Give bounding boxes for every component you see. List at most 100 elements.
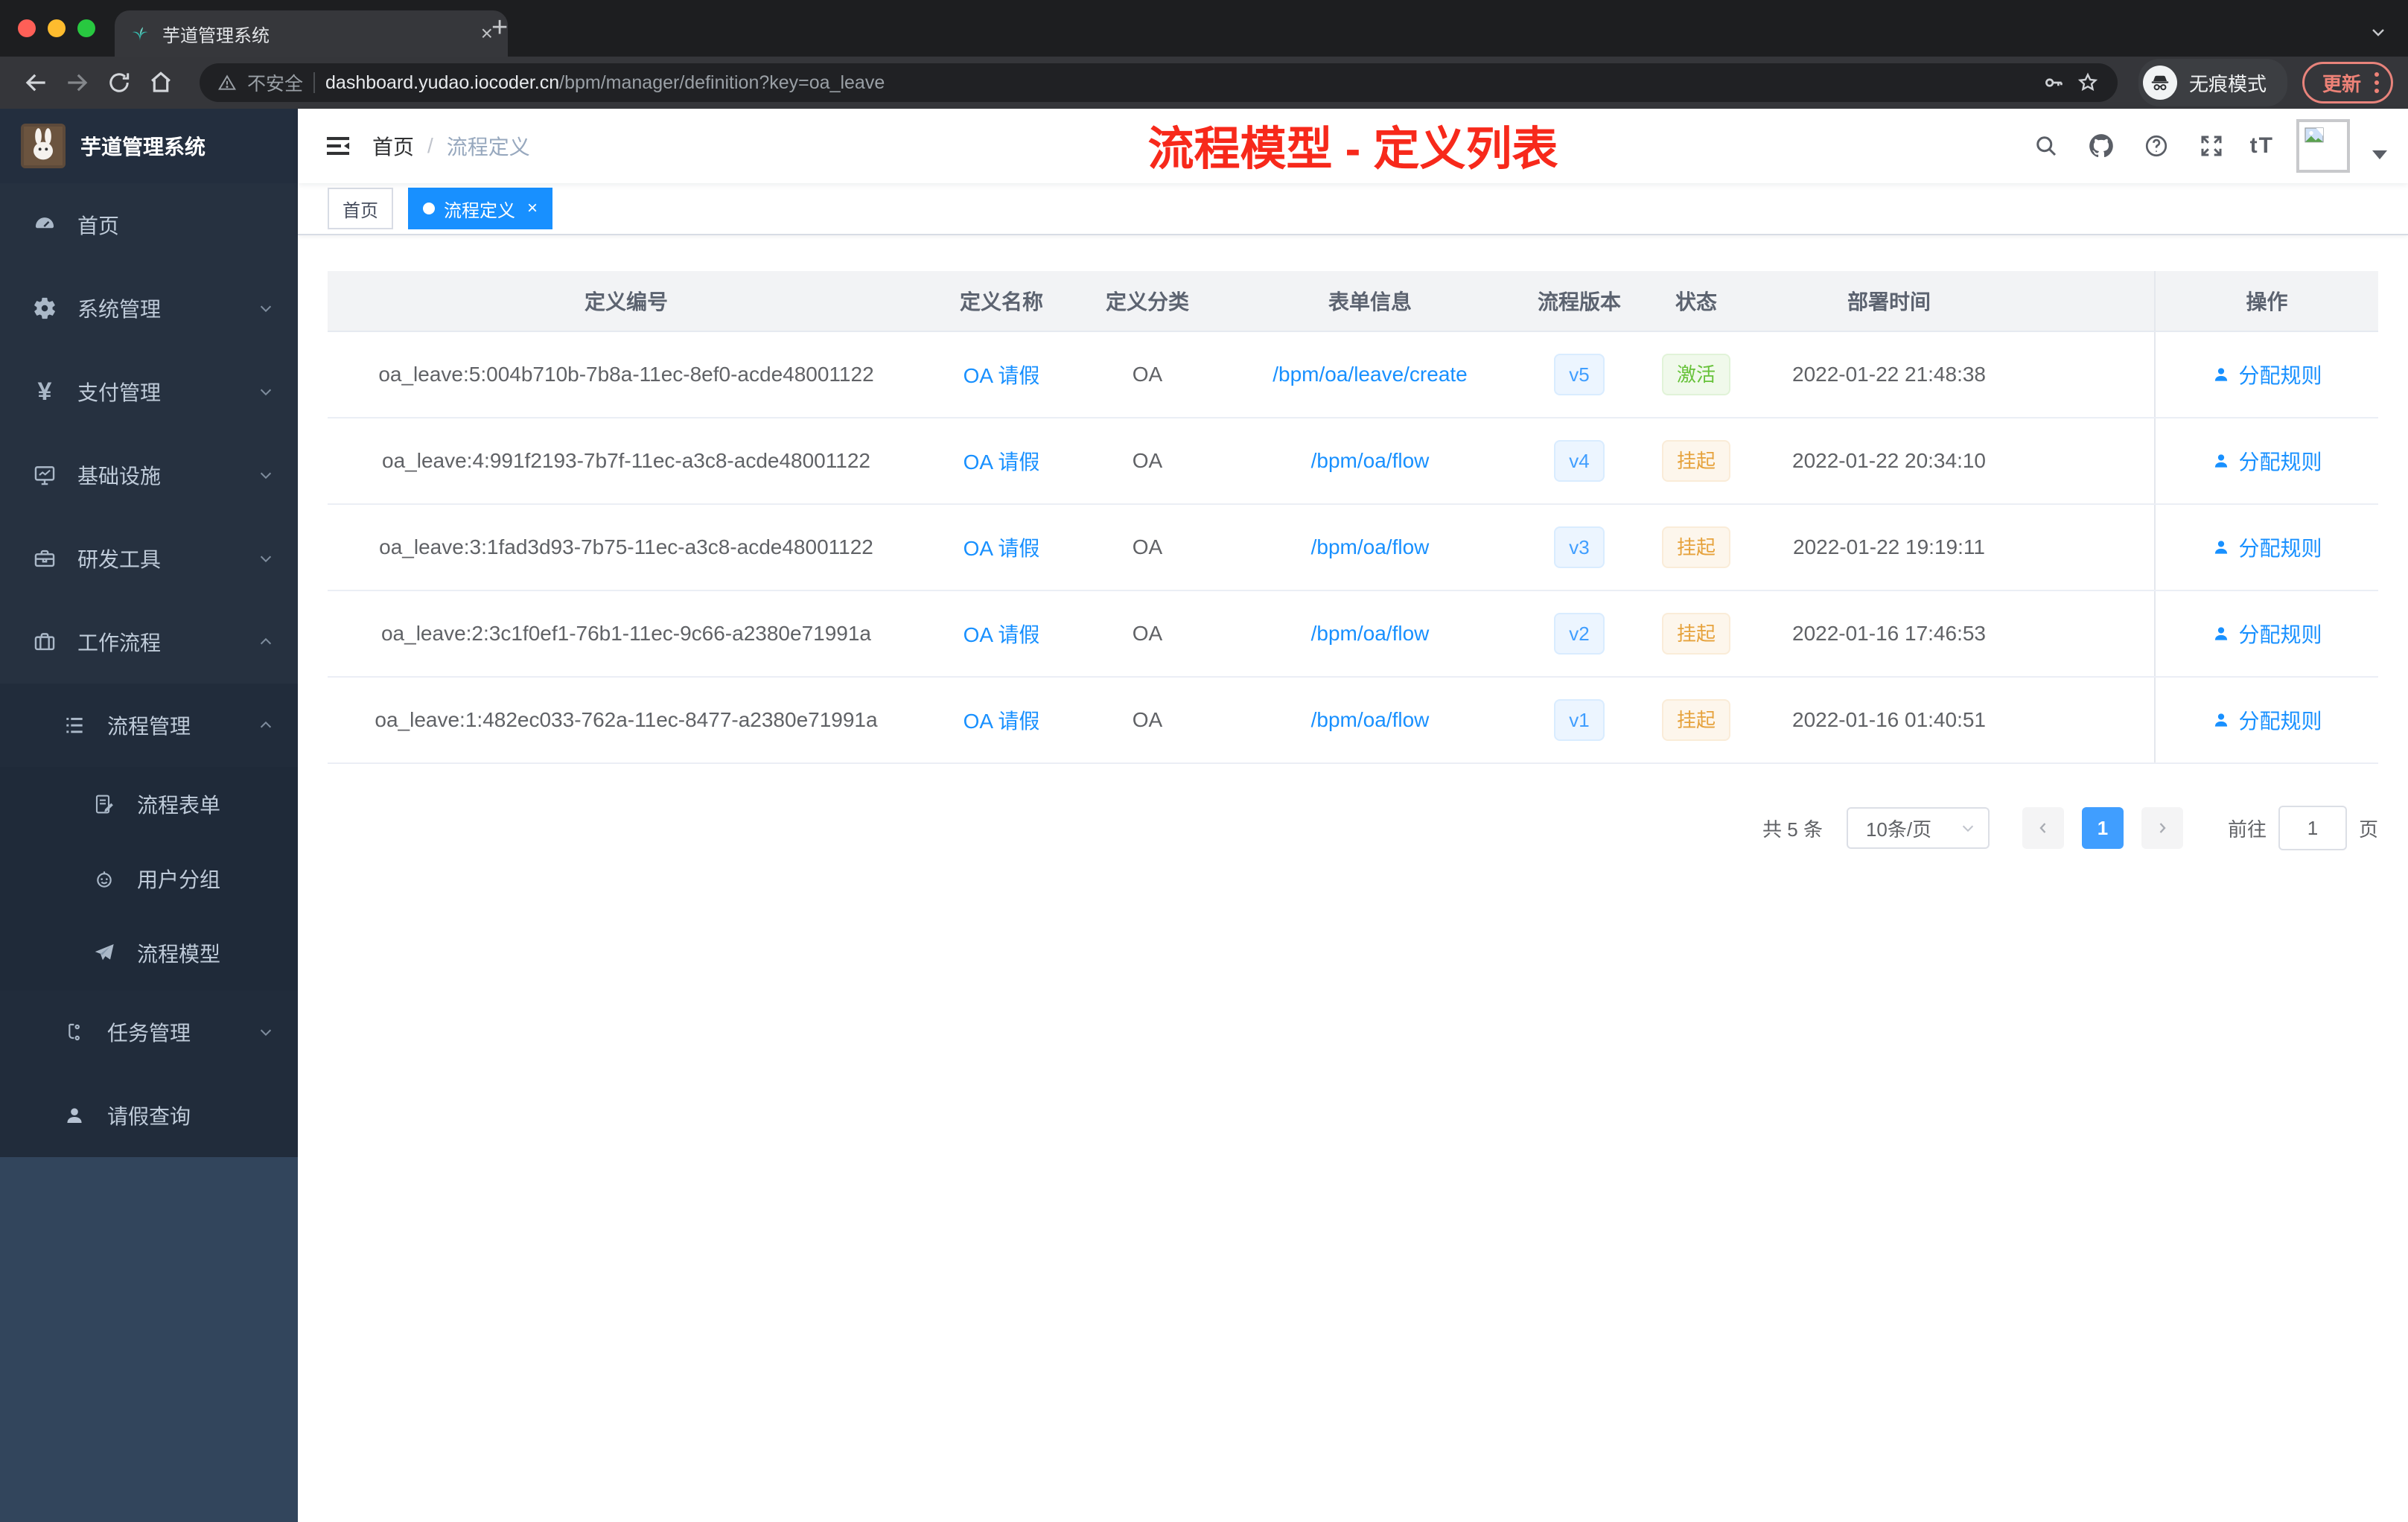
home-icon[interactable] — [140, 62, 182, 104]
assign-rule-label: 分配规则 — [2238, 710, 2322, 733]
sidebar-item-payment[interactable]: ¥ 支付管理 — [0, 350, 298, 433]
forward-icon[interactable] — [57, 62, 98, 104]
definition-name-link[interactable]: OA 请假 — [963, 710, 1040, 733]
close-window-button[interactable] — [18, 19, 36, 37]
user-icon — [57, 1104, 92, 1127]
sidebar-item-process-form[interactable]: 流程表单 — [0, 767, 298, 841]
search-icon[interactable] — [2030, 130, 2063, 162]
cell-definition-id: oa_leave:4:991f2193-7b7f-11ec-a3c8-acde4… — [328, 418, 925, 505]
sidebar-item-label: 用户分组 — [137, 868, 221, 891]
app-title: 芋道管理系统 — [80, 136, 206, 159]
address-bar[interactable]: 不安全 dashboard.yudao.iocoder.cn/bpm/manag… — [200, 63, 2118, 102]
table-row: oa_leave:4:991f2193-7b7f-11ec-a3c8-acde4… — [328, 418, 2378, 505]
incognito-chip[interactable]: 无痕模式 — [2138, 59, 2287, 106]
col-header-filler — [2021, 271, 2155, 332]
status-badge: 激活 — [1661, 354, 1730, 395]
sidebar-item-user-group[interactable]: 用户分组 — [0, 841, 298, 916]
sidebar-item-workflow[interactable]: 工作流程 — [0, 600, 298, 684]
assign-rule-link[interactable]: 分配规则 — [2211, 619, 2322, 649]
next-page-button[interactable] — [2141, 807, 2183, 849]
chevron-right-icon — [2159, 823, 2166, 833]
sidebar-item-label: 基础设施 — [77, 465, 162, 488]
sidebar-item-leave-query[interactable]: 请假查询 — [0, 1074, 298, 1157]
fullscreen-icon[interactable] — [2195, 130, 2228, 162]
user-icon — [2215, 627, 2228, 640]
sidebar-item-label: 请假查询 — [107, 1105, 191, 1128]
assign-rule-link[interactable]: 分配规则 — [2211, 446, 2322, 476]
sidebar-item-process-model[interactable]: 流程模型 — [0, 916, 298, 990]
url-path: /bpm/manager/definition?key=oa_leave — [559, 71, 885, 93]
form-link[interactable]: /bpm/oa/flow — [1311, 535, 1430, 558]
sidebar-item-system[interactable]: 系统管理 — [0, 267, 298, 350]
status-badge: 挂起 — [1661, 440, 1730, 482]
sidebar-item-label: 系统管理 — [77, 298, 162, 321]
form-link[interactable]: /bpm/oa/flow — [1311, 708, 1430, 731]
sidebar-toggle-icon[interactable] — [313, 121, 363, 171]
window-controls[interactable] — [18, 19, 95, 37]
status-badge: 挂起 — [1661, 526, 1730, 568]
url-text[interactable]: dashboard.yudao.iocoder.cn/bpm/manager/d… — [325, 72, 2031, 94]
form-link[interactable]: /bpm/oa/leave/create — [1273, 363, 1468, 386]
tag-label: 首页 — [343, 200, 378, 221]
breadcrumb-home[interactable]: 首页 — [372, 131, 414, 161]
sidebar-item-process-management[interactable]: 流程管理 — [0, 684, 298, 767]
sidebar-item-task-management[interactable]: 任务管理 — [0, 990, 298, 1074]
page-size-select[interactable]: 10条/页 — [1846, 807, 1990, 849]
version-badge[interactable]: v2 — [1554, 613, 1605, 655]
definition-name-link[interactable]: OA 请假 — [963, 450, 1040, 474]
definition-name-link[interactable]: OA 请假 — [963, 537, 1040, 560]
assign-rule-link[interactable]: 分配规则 — [2211, 705, 2322, 735]
yen-icon: ¥ — [37, 378, 52, 406]
sidebar-item-infrastructure[interactable]: 基础设施 — [0, 433, 298, 517]
definition-name-link[interactable]: OA 请假 — [963, 364, 1040, 387]
version-badge[interactable]: v1 — [1554, 699, 1605, 741]
tag-home[interactable]: 首页 — [328, 188, 393, 229]
goto-label: 前往 — [2227, 818, 2267, 841]
col-header-form: 表单信息 — [1217, 271, 1523, 332]
tag-close-icon[interactable]: × — [527, 200, 538, 217]
version-badge[interactable]: v3 — [1554, 526, 1605, 568]
form-link[interactable]: /bpm/oa/flow — [1311, 622, 1430, 645]
prev-page-button[interactable] — [2022, 807, 2064, 849]
browser-menu-icon[interactable] — [2374, 72, 2379, 93]
assign-rule-link[interactable]: 分配规则 — [2211, 360, 2322, 389]
minimize-window-button[interactable] — [48, 19, 66, 37]
url-domain: dashboard.yudao.iocoder.cn — [325, 71, 560, 93]
page-number-1[interactable]: 1 — [2081, 807, 2124, 849]
new-tab-button[interactable]: + — [491, 12, 508, 44]
reload-icon[interactable] — [98, 62, 140, 104]
bookmark-star-icon[interactable] — [2076, 71, 2100, 95]
maximize-window-button[interactable] — [77, 19, 95, 37]
breadcrumb-current: 流程定义 — [446, 136, 530, 159]
sidebar-logo[interactable]: 芋道管理系统 — [0, 109, 298, 183]
form-link[interactable]: /bpm/oa/flow — [1311, 449, 1430, 472]
github-icon[interactable] — [2085, 130, 2118, 162]
cell-filler — [2021, 331, 2155, 418]
browser-tab[interactable]: 芋道管理系统 × — [115, 10, 508, 57]
security-label[interactable]: 不安全 — [247, 69, 303, 96]
help-icon[interactable] — [2140, 130, 2173, 162]
browser-update-button[interactable]: 更新 — [2302, 62, 2393, 104]
version-badge[interactable]: v4 — [1554, 440, 1605, 482]
font-size-icon[interactable]: tT — [2250, 133, 2274, 159]
avatar-caret-icon[interactable] — [2372, 150, 2387, 159]
tag-process-definition[interactable]: 流程定义 × — [408, 188, 553, 229]
page-content: 定义编号 定义名称 定义分类 表单信息 流程版本 状态 部署时间 操作 oa_l… — [298, 235, 2408, 1522]
key-icon[interactable] — [2042, 71, 2065, 95]
sidebar-item-label: 流程表单 — [137, 794, 221, 817]
back-icon[interactable] — [15, 62, 57, 104]
briefcase-icon — [27, 629, 63, 655]
sidebar-item-home[interactable]: 首页 — [0, 183, 298, 267]
cell-deploy-time: 2022-01-16 01:40:51 — [1757, 677, 2021, 764]
avatar[interactable] — [2296, 119, 2350, 173]
cell-filler — [2021, 504, 2155, 591]
tab-search-chevron-icon[interactable] — [2369, 19, 2387, 47]
incognito-icon — [2142, 66, 2177, 100]
cell-deploy-time: 2022-01-22 19:19:11 — [1757, 504, 2021, 591]
goto-page-input[interactable] — [2278, 806, 2347, 850]
definition-name-link[interactable]: OA 请假 — [963, 623, 1040, 646]
table-row: oa_leave:3:1fad3d93-7b75-11ec-a3c8-acde4… — [328, 504, 2378, 591]
assign-rule-link[interactable]: 分配规则 — [2211, 532, 2322, 562]
sidebar-item-dev-tools[interactable]: 研发工具 — [0, 517, 298, 600]
version-badge[interactable]: v5 — [1554, 354, 1605, 395]
